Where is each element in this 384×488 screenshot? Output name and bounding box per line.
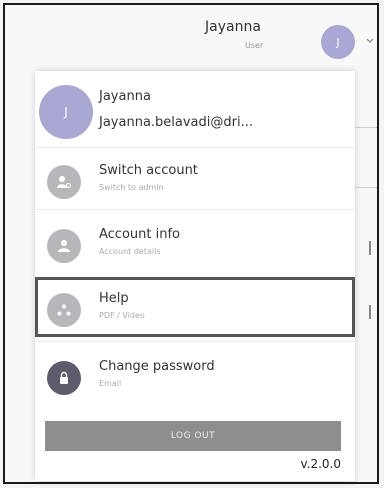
logout-label: LOG OUT <box>170 431 216 441</box>
menu-divider <box>35 209 355 210</box>
logout-button[interactable]: LOG OUT <box>45 421 341 451</box>
account-menu: J Jayanna Jayanna.belavadi@dri... Switch… <box>35 71 355 481</box>
profile-avatar-initial: J <box>64 105 68 119</box>
menu-divider <box>35 147 355 148</box>
menu-item-switch-account[interactable]: Switch account Switch to admin <box>35 149 355 209</box>
background-scroll-mark <box>369 305 371 319</box>
menu-item-sublabel: Switch to admin <box>99 183 164 192</box>
menu-item-account-info[interactable]: Account info Account details <box>35 213 355 273</box>
menu-item-sublabel: PDF / Video <box>99 311 145 320</box>
menu-item-label: Switch account <box>99 163 198 178</box>
menu-item-sublabel: Account details <box>99 247 161 256</box>
chevron-down-icon[interactable] <box>365 35 375 45</box>
avatar-initial: J <box>336 35 340 49</box>
header-user-name: Jayanna <box>205 19 261 35</box>
menu-item-label: Change password <box>99 359 215 374</box>
profile-email: Jayanna.belavadi@dri... <box>99 115 253 130</box>
header-user-role: User <box>245 41 264 50</box>
menu-item-label: Account info <box>99 227 181 242</box>
switch-account-icon <box>47 165 81 199</box>
menu-divider <box>35 341 355 342</box>
lock-icon <box>47 361 81 395</box>
menu-item-help[interactable]: Help PDF / Video <box>35 277 355 337</box>
profile-name: Jayanna <box>99 89 151 104</box>
menu-item-sublabel: Email <box>99 379 122 388</box>
app-frame: Jayanna User J J Jayanna Jayanna.belavad… <box>3 3 379 484</box>
menu-item-change-password[interactable]: Change password Email <box>35 345 355 405</box>
profile-avatar: J <box>39 85 93 139</box>
background-scroll-mark <box>369 241 371 255</box>
account-icon <box>47 229 81 263</box>
avatar[interactable]: J <box>321 25 355 59</box>
menu-item-label: Help <box>99 291 129 306</box>
top-bar: Jayanna User J <box>5 5 377 73</box>
help-icon <box>47 293 81 327</box>
version-label: v.2.0.0 <box>300 457 341 471</box>
